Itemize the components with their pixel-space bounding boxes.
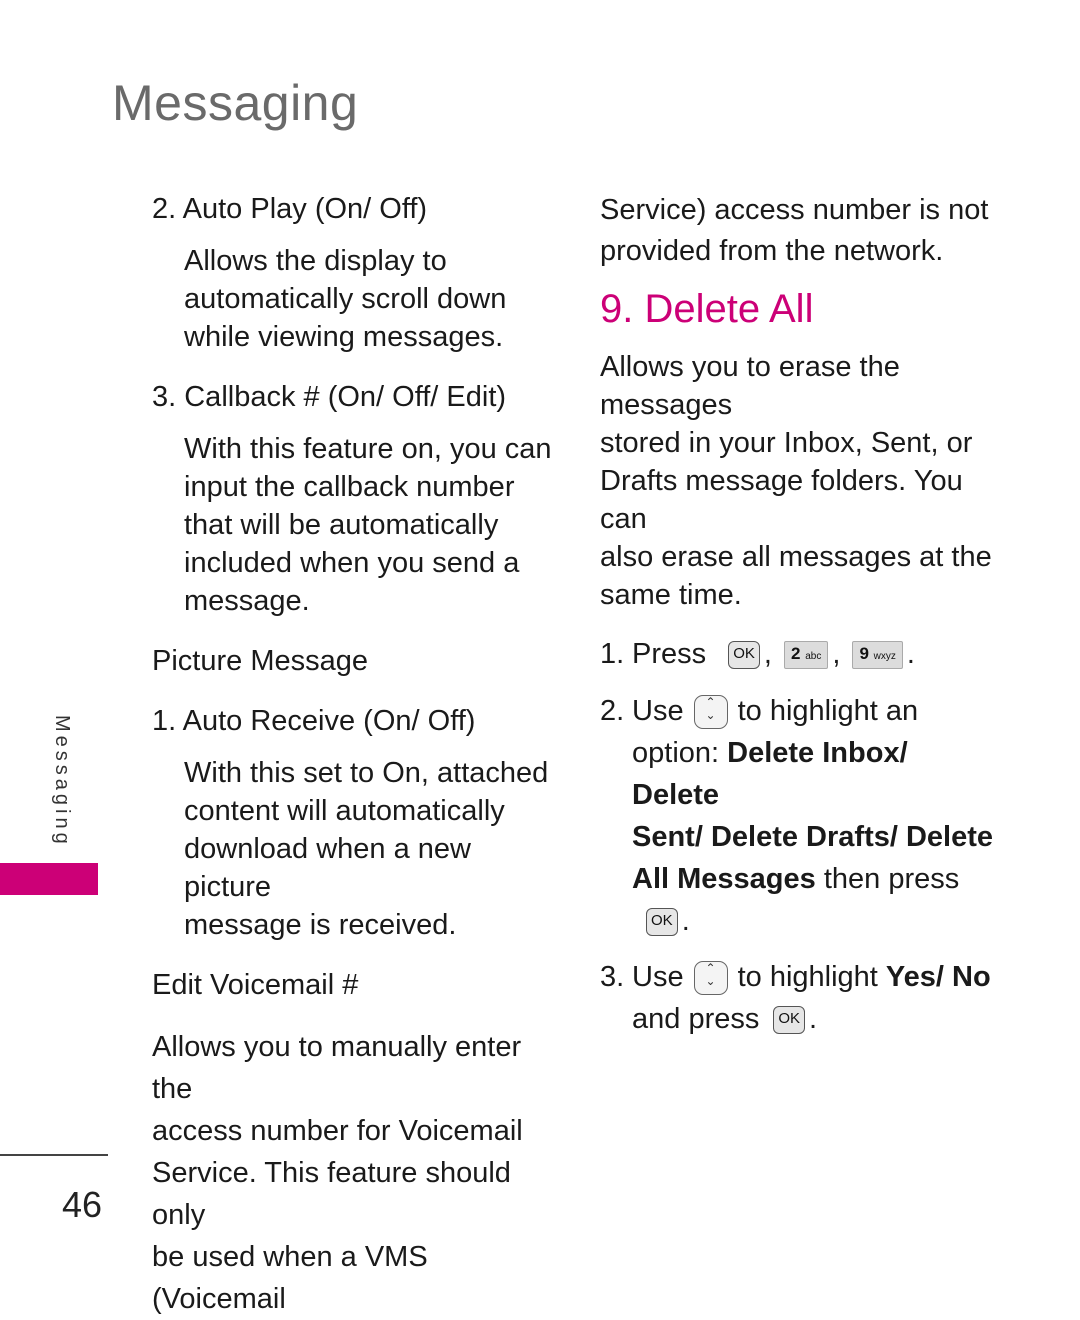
- continuation-line: provided from the network.: [600, 235, 944, 267]
- left-column: 2. Auto Play (On/ Off) Allows the displa…: [152, 190, 552, 1320]
- key-9-icon: 9 wxyz: [852, 641, 903, 670]
- step-text: Use: [632, 695, 684, 727]
- callback-line: input the callback number: [184, 471, 515, 503]
- auto-play-line: automatically scroll down: [184, 283, 507, 315]
- ok-key-icon: OK: [646, 908, 678, 937]
- key-2-icon: 2 abc: [784, 641, 829, 670]
- step-2: 2. Use ⌃ ⌄ to highlight an option: Delete I…: [600, 690, 1000, 942]
- auto-receive-line: download when a new picture: [184, 833, 471, 903]
- delete-all-heading: 9. Delete All: [600, 287, 814, 331]
- navigation-key-icon: ⌃ ⌄: [693, 695, 728, 730]
- step-text: to highlight: [737, 961, 878, 993]
- step-text: then press: [823, 863, 960, 895]
- step-text: to highlight an: [737, 695, 919, 727]
- key-9-digit: 9: [859, 644, 869, 664]
- auto-receive-line: content will automatically: [184, 795, 505, 827]
- section-tab-marker: [0, 863, 98, 895]
- continuation-line: Service) access number is not: [600, 194, 989, 226]
- callback-line: message.: [184, 585, 310, 617]
- step-1: 1. Press OK, 2 abc, 9 wxyz.: [600, 634, 1000, 674]
- picture-message-heading: Picture Message: [152, 645, 368, 677]
- option-text: All Messages: [632, 863, 816, 895]
- edit-voicemail-line: Service. This feature should only: [152, 1157, 511, 1231]
- key-9-letters: wxyz: [873, 651, 896, 663]
- edit-voicemail-line: access number for Voicemail: [152, 1115, 523, 1147]
- key-2-digit: 2: [791, 644, 801, 664]
- edit-voicemail-heading: Edit Voicemail #: [152, 969, 359, 1001]
- step-text: option:: [632, 737, 720, 769]
- delete-all-line: Allows you to erase the messages: [600, 351, 900, 421]
- step-text: and press: [632, 1003, 760, 1035]
- page-title: Messaging: [112, 75, 359, 131]
- edit-voicemail-line: Allows you to manually enter the: [152, 1031, 522, 1105]
- edit-voicemail-line: be used when a VMS (Voicemail: [152, 1241, 428, 1315]
- footer-divider: [0, 1154, 108, 1156]
- delete-all-line: stored in your Inbox, Sent, or: [600, 427, 973, 459]
- step-number: 2.: [600, 695, 625, 727]
- auto-receive-line: With this set to On, attached: [184, 757, 549, 789]
- step-3: 3. Use ⌃ ⌄ to highlight Yes/ No and press OK…: [600, 956, 1000, 1040]
- step-text: Press: [632, 638, 707, 670]
- auto-receive-heading: 1. Auto Receive (On/ Off): [152, 705, 476, 737]
- option-text: Yes/ No: [885, 961, 991, 993]
- callback-heading: 3. Callback # (On/ Off/ Edit): [152, 381, 507, 413]
- page-number: 46: [62, 1184, 103, 1225]
- right-column: Service) access number is not provided f…: [600, 190, 1000, 1040]
- step-text: Use: [632, 961, 684, 993]
- auto-play-heading: 2. Auto Play (On/ Off): [152, 193, 428, 225]
- option-text: Sent/ Delete Drafts/ Delete: [632, 821, 994, 853]
- section-side-label: Messaging: [51, 715, 73, 848]
- auto-play-line: Allows the display to: [184, 245, 447, 277]
- step-number: 1.: [600, 638, 625, 670]
- callback-line: included when you send a: [184, 547, 520, 579]
- delete-all-line: same time.: [600, 579, 742, 611]
- auto-receive-line: message is received.: [184, 909, 457, 941]
- ok-key-icon: OK: [728, 641, 760, 670]
- delete-all-line: Drafts message folders. You can: [600, 465, 963, 535]
- callback-line: that will be automatically: [184, 509, 499, 541]
- auto-play-line: while viewing messages.: [184, 321, 504, 353]
- navigation-key-icon: ⌃ ⌄: [693, 961, 728, 996]
- delete-all-line: also erase all messages at the: [600, 541, 992, 573]
- key-2-letters: abc: [805, 651, 822, 663]
- callback-line: With this feature on, you can: [184, 433, 552, 465]
- ok-key-icon: OK: [773, 1006, 806, 1035]
- step-number: 3.: [600, 961, 625, 993]
